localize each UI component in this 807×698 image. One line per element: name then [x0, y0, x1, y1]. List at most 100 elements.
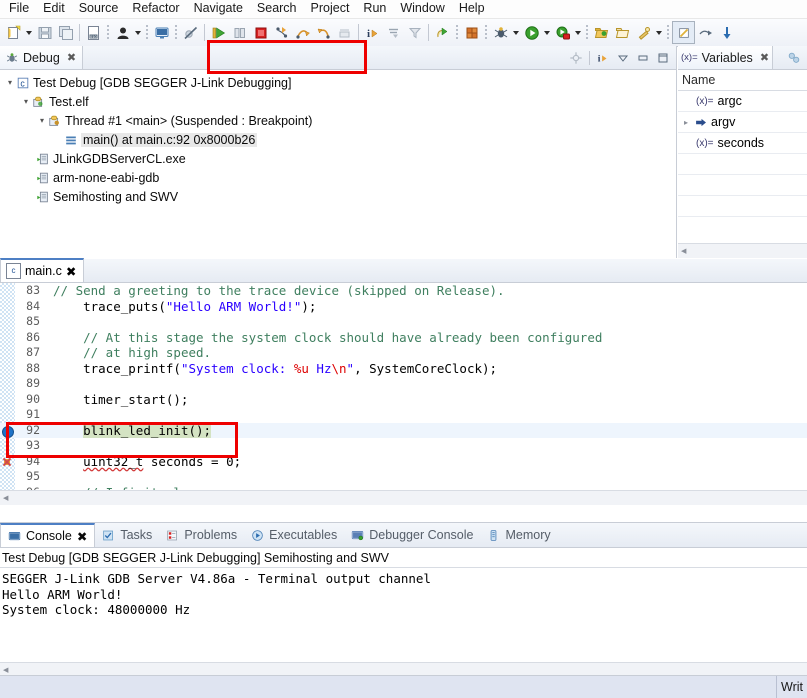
- external-tools-icon[interactable]: [552, 22, 573, 43]
- tab-executables[interactable]: Executables: [244, 523, 344, 547]
- build-all-icon[interactable]: 010: [83, 22, 104, 43]
- pin-editor-icon[interactable]: [672, 21, 695, 44]
- table-row[interactable]: arm-none-eabi-gdb: [0, 168, 676, 187]
- breakpoint-disabled-icon[interactable]: [1, 455, 13, 468]
- new-wizard-icon[interactable]: [3, 22, 24, 43]
- expander-icon[interactable]: ▾: [4, 78, 16, 87]
- run-dropdown-icon[interactable]: [542, 22, 552, 43]
- open-type-icon[interactable]: [591, 22, 612, 43]
- search-dropdown-icon[interactable]: [654, 22, 664, 43]
- user-profile-icon[interactable]: [112, 22, 133, 43]
- external-tools-dropdown-icon[interactable]: [573, 22, 583, 43]
- collapse-frames-icon[interactable]: [383, 22, 404, 43]
- instruction-stepping-icon[interactable]: [334, 22, 355, 43]
- tab-problems[interactable]: Problems: [159, 523, 244, 547]
- menu-item-run[interactable]: Run: [356, 0, 393, 18]
- value-icon: (x)=: [696, 95, 714, 107]
- debug-bug-icon[interactable]: [490, 22, 511, 43]
- tab-main-c-close-icon[interactable]: ✖: [66, 264, 76, 279]
- table-row[interactable]: JLinkGDBServerCL.exe: [0, 149, 676, 168]
- tab-tasks[interactable]: Tasks: [95, 523, 159, 547]
- debug-tree-label-selected: main() at main.c:92 0x8000b26: [81, 132, 258, 147]
- breakpoint-icon[interactable]: [2, 425, 14, 438]
- run-icon[interactable]: [521, 22, 542, 43]
- view-menu-icon[interactable]: [614, 49, 632, 67]
- save-all-icon[interactable]: [55, 22, 76, 43]
- menu-item-project[interactable]: Project: [304, 0, 357, 18]
- tab-memory[interactable]: Memory: [480, 523, 557, 547]
- menu-item-refactor[interactable]: Refactor: [125, 0, 186, 18]
- variables-icon: (x)=: [681, 52, 698, 63]
- main-toolbar: 010 i: [0, 19, 807, 74]
- download-icon[interactable]: [716, 22, 737, 43]
- tab-debugger-console[interactable]: Debugger Console: [344, 523, 480, 547]
- list-item[interactable]: (x)= argc: [678, 91, 807, 112]
- filter-icon[interactable]: [404, 22, 425, 43]
- column-header-name: Name: [682, 73, 716, 87]
- variable-name: argc: [717, 94, 742, 108]
- menu-item-file[interactable]: File: [2, 0, 36, 18]
- tab-debug-close-icon[interactable]: ✖: [67, 51, 76, 64]
- menu-bar: File Edit Source Refactor Navigate Searc…: [0, 0, 807, 19]
- collapse-all-icon[interactable]: [785, 49, 803, 67]
- save-icon[interactable]: [34, 22, 55, 43]
- show-info-icon[interactable]: i: [362, 22, 383, 43]
- code-area[interactable]: 83 // Send a greeting to the trace device…: [0, 283, 807, 505]
- table-row[interactable]: ▾ c Test Debug [GDB SEGGER J-Link Debugg…: [0, 73, 676, 92]
- table-row[interactable]: main() at main.c:92 0x8000b26: [0, 130, 676, 149]
- menu-item-search[interactable]: Search: [250, 0, 304, 18]
- list-item[interactable]: ▸ argv: [678, 112, 807, 133]
- show-source-icon[interactable]: i: [594, 49, 612, 67]
- table-row[interactable]: ▾ Thread #1 <main> (Suspended : Breakpoi…: [0, 111, 676, 130]
- menu-item-window[interactable]: Window: [393, 0, 451, 18]
- open-folder-icon[interactable]: [612, 22, 633, 43]
- tab-console[interactable]: Console ✖: [0, 523, 96, 547]
- process-exe-icon: [36, 171, 50, 185]
- step-return-icon[interactable]: [313, 22, 334, 43]
- suspend-icon[interactable]: [229, 22, 250, 43]
- menu-item-help[interactable]: Help: [452, 0, 492, 18]
- restore-perspective-icon[interactable]: [432, 22, 453, 43]
- debug-dropdown-icon[interactable]: [511, 22, 521, 43]
- variables-horizontal-scrollbar[interactable]: [678, 243, 807, 258]
- line-text: blink_led_init();: [45, 422, 807, 439]
- menu-item-navigate[interactable]: Navigate: [187, 0, 250, 18]
- line-number: 92: [26, 422, 40, 437]
- expander-icon[interactable]: ▾: [36, 116, 48, 125]
- user-profile-dropdown-icon[interactable]: [133, 22, 143, 43]
- skip-breakpoints-icon[interactable]: [180, 22, 201, 43]
- editor-horizontal-scrollbar[interactable]: [0, 490, 807, 505]
- step-into-icon[interactable]: [271, 22, 292, 43]
- terminate-icon[interactable]: [250, 22, 271, 43]
- memory-icon: [487, 529, 500, 542]
- expander-icon[interactable]: ▸: [684, 118, 696, 127]
- menu-item-edit[interactable]: Edit: [36, 0, 72, 18]
- debug-view: Debug ✖ i ▾ c Test Debug [GDB SEGGER J-L…: [0, 46, 677, 258]
- debug-current-statement: blink_led_init();: [83, 422, 212, 438]
- menu-item-source[interactable]: Source: [72, 0, 126, 18]
- table-row[interactable]: Semihosting and SWV: [0, 187, 676, 206]
- stackframe-icon: [64, 133, 78, 147]
- tab-console-close-icon[interactable]: ✖: [77, 529, 87, 544]
- minimize-icon[interactable]: [634, 49, 652, 67]
- table-row[interactable]: ▾ Test.elf: [0, 92, 676, 111]
- resume-icon[interactable]: [208, 22, 229, 43]
- console-view: Console ✖ Tasks Problems Executables Deb…: [0, 522, 807, 677]
- step-over-icon[interactable]: [292, 22, 313, 43]
- line-text: [45, 314, 807, 330]
- tab-main-c[interactable]: c main.c ✖: [0, 258, 85, 282]
- tab-variables[interactable]: (x)= Variables ✖: [678, 46, 774, 69]
- next-annotation-icon[interactable]: [695, 22, 716, 43]
- disconnect-icon[interactable]: [567, 49, 585, 67]
- search-icon[interactable]: [633, 22, 654, 43]
- build-config-icon[interactable]: [461, 22, 482, 43]
- maximize-icon[interactable]: [654, 49, 672, 67]
- list-item[interactable]: (x)= seconds: [678, 133, 807, 154]
- tab-variables-close-icon[interactable]: ✖: [760, 51, 769, 64]
- expander-icon[interactable]: ▾: [20, 97, 32, 106]
- toolbar-separator: [589, 50, 590, 65]
- new-wizard-dropdown-icon[interactable]: [24, 22, 34, 43]
- toolbar-dot-separator: [107, 24, 109, 41]
- open-console-icon[interactable]: [151, 22, 172, 43]
- tab-debug[interactable]: Debug ✖: [0, 46, 84, 69]
